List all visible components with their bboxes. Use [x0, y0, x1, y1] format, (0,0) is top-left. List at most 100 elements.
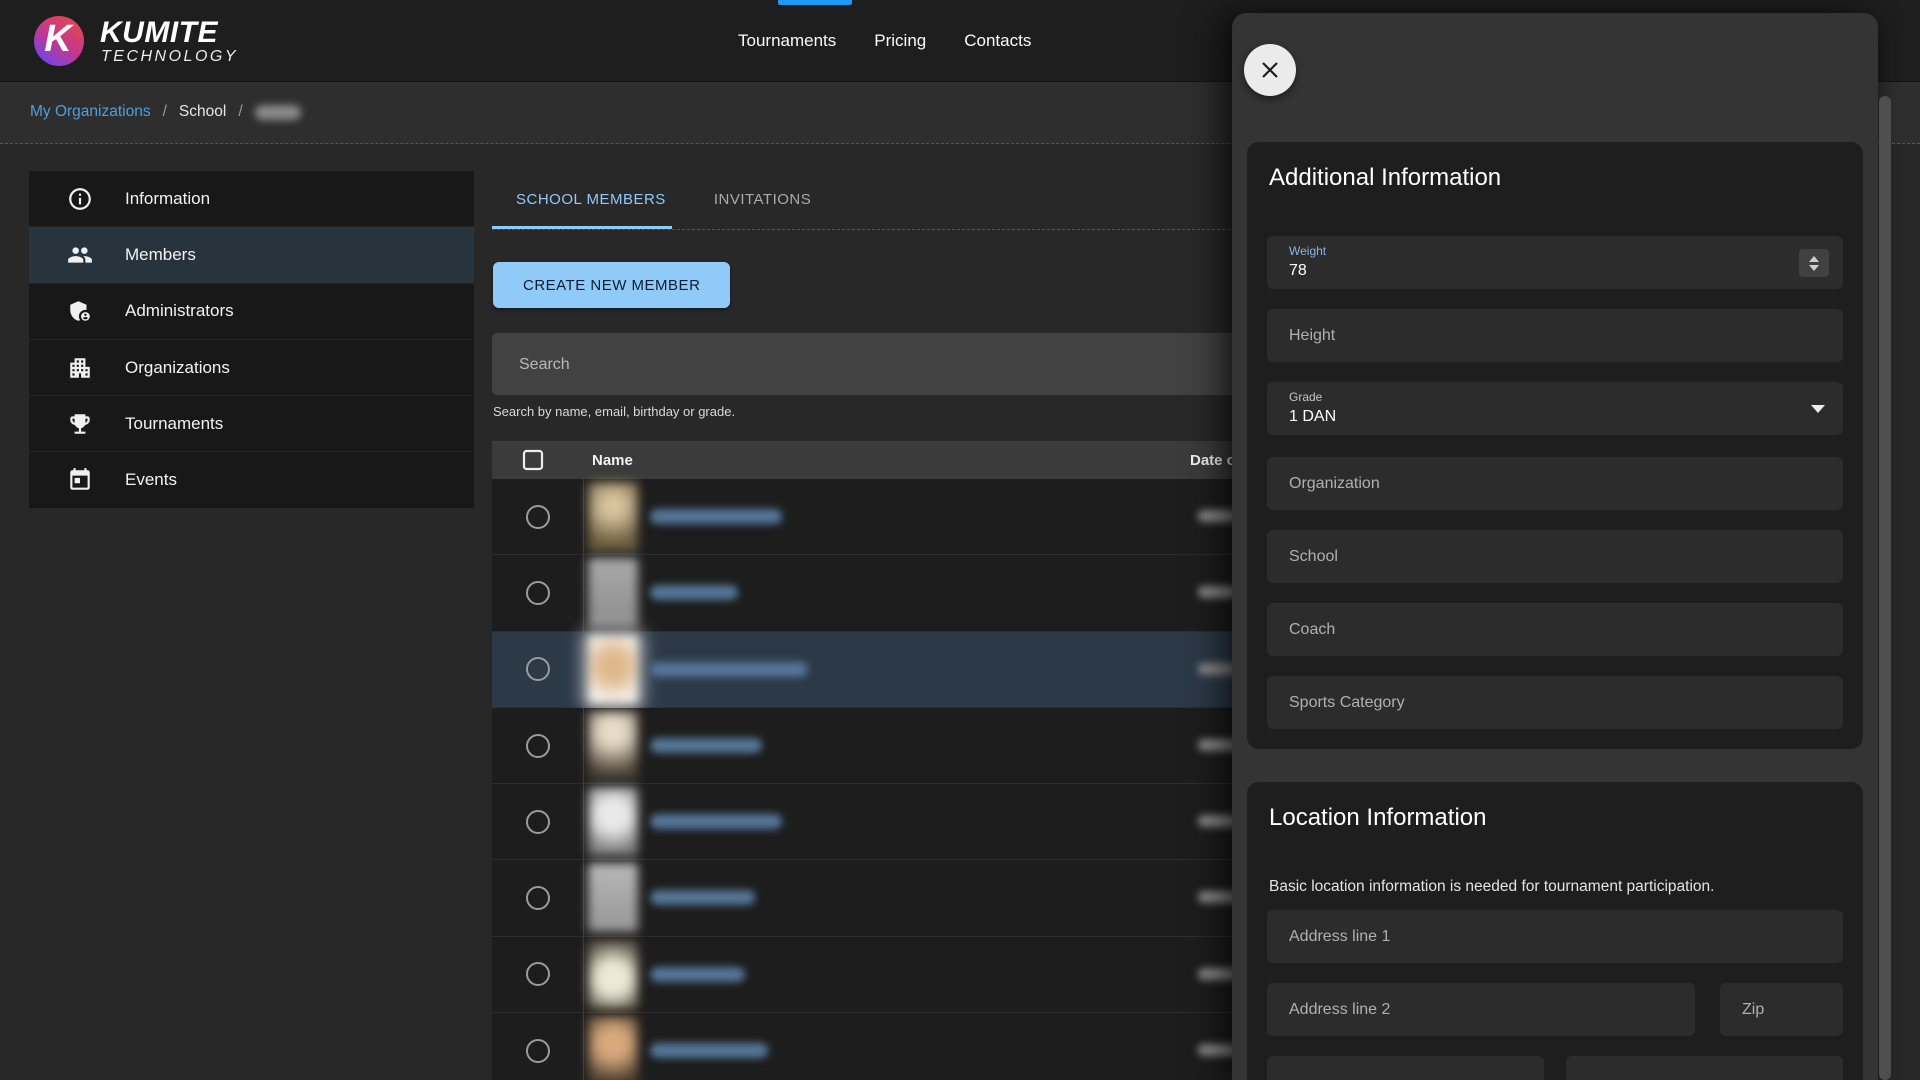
sidebar-item-label: Information — [125, 189, 210, 209]
member-name-redacted[interactable] — [650, 814, 782, 829]
row-radio-cell — [492, 937, 584, 1012]
member-avatar — [588, 1016, 638, 1080]
member-name-redacted[interactable] — [650, 1043, 768, 1058]
member-name-redacted[interactable] — [650, 509, 782, 524]
location-information-card: Location Information Basic location info… — [1247, 782, 1863, 1080]
nav-link-pricing[interactable]: Pricing — [874, 31, 926, 51]
logo-k-icon: K — [44, 18, 71, 61]
select-all-checkbox[interactable] — [522, 449, 544, 471]
field-height[interactable]: Height — [1267, 309, 1843, 362]
breadcrumb-item-my-organizations[interactable]: My Organizations — [30, 103, 151, 121]
member-avatar — [588, 787, 638, 856]
member-avatar — [588, 863, 638, 932]
sidebar-item-information[interactable]: Information — [29, 171, 474, 227]
drawer-close-button[interactable] — [1244, 44, 1296, 96]
row-radio-button[interactable] — [526, 1039, 550, 1063]
nav-link-tournaments[interactable]: Tournaments — [738, 31, 836, 51]
field-school[interactable]: School — [1267, 530, 1843, 583]
field-placeholder: Address line 2 — [1289, 983, 1390, 1036]
brand-subtitle: TECHNOLOGY — [101, 48, 238, 66]
number-spinner-icon[interactable] — [1799, 249, 1829, 277]
events-icon — [67, 467, 93, 493]
page-scrollbar[interactable] — [1879, 96, 1891, 1080]
field-placeholder: School — [1289, 530, 1338, 583]
breadcrumb: My Organizations/School/ — [30, 82, 301, 142]
member-name-redacted[interactable] — [650, 585, 738, 600]
organizations-icon — [67, 355, 93, 381]
members-icon — [67, 242, 93, 268]
breadcrumb-item-school: School — [179, 103, 226, 121]
field-sports-category[interactable]: Sports Category — [1267, 676, 1843, 729]
field-label: Weight — [1289, 244, 1326, 258]
member-avatar — [588, 635, 638, 704]
tournaments-icon — [67, 411, 93, 437]
nav-active-indicator — [778, 0, 852, 5]
field-hidden[interactable] — [1566, 1056, 1843, 1080]
field-coach[interactable]: Coach — [1267, 603, 1843, 656]
field-grade[interactable]: Grade 1 DAN — [1267, 382, 1843, 435]
member-avatar — [588, 482, 638, 551]
member-name-redacted[interactable] — [650, 738, 762, 753]
sidebar-item-label: Administrators — [125, 301, 234, 321]
field-placeholder: Coach — [1289, 603, 1335, 656]
member-avatar — [588, 940, 638, 1009]
sidebar-item-members[interactable]: Members — [29, 227, 474, 283]
field-label: Grade — [1289, 390, 1322, 404]
brand-name: KUMITE — [100, 16, 218, 50]
field-placeholder: Height — [1289, 309, 1335, 362]
sidebar-item-administrators[interactable]: Administrators — [29, 284, 474, 340]
sidebar-item-label: Organizations — [125, 358, 230, 378]
sidebar-item-organizations[interactable]: Organizations — [29, 340, 474, 396]
brand-logo[interactable]: K — [34, 16, 84, 66]
tab-school-members[interactable]: SCHOOL MEMBERS — [492, 170, 690, 228]
location-information-subtitle: Basic location information is needed for… — [1269, 878, 1714, 896]
row-radio-cell — [492, 555, 584, 630]
field-placeholder: Address line 1 — [1289, 910, 1390, 963]
breadcrumb-redacted-item — [255, 105, 301, 120]
sidebar-menu: Information Members Administrators Organiza… — [29, 171, 474, 508]
row-radio-button[interactable] — [526, 505, 550, 529]
field-zip[interactable]: Zip — [1720, 983, 1843, 1036]
dropdown-caret-icon[interactable] — [1811, 405, 1825, 413]
member-name-redacted[interactable] — [650, 662, 808, 677]
sidebar-item-label: Members — [125, 245, 196, 265]
member-name-redacted[interactable] — [650, 890, 755, 905]
search-hint: Search by name, email, birthday or grade… — [493, 404, 735, 419]
field-value: 1 DAN — [1289, 408, 1336, 426]
active-tab-underline — [492, 226, 672, 229]
member-name-redacted[interactable] — [650, 967, 745, 982]
breadcrumb-separator: / — [163, 103, 167, 121]
field-placeholder: Sports Category — [1289, 676, 1405, 729]
column-header-name: Name — [592, 452, 633, 469]
member-avatar — [588, 558, 638, 627]
sidebar-item-label: Events — [125, 470, 177, 490]
app-root: K KUMITE TECHNOLOGY Tournaments Pricing Co… — [0, 0, 1920, 1080]
additional-information-card: Additional Information Weight78 Height Gra… — [1247, 142, 1863, 749]
field-placeholder: Zip — [1742, 983, 1764, 1036]
row-radio-button[interactable] — [526, 581, 550, 605]
row-radio-button[interactable] — [526, 810, 550, 834]
nav-links: Tournaments Pricing Contacts — [738, 0, 1031, 81]
row-radio-button[interactable] — [526, 734, 550, 758]
sidebar-item-events[interactable]: Events — [29, 452, 474, 507]
field-address-line-1[interactable]: Address line 1 — [1267, 910, 1843, 963]
row-radio-cell — [492, 708, 584, 783]
location-information-title: Location Information — [1269, 804, 1486, 832]
row-radio-button[interactable] — [526, 657, 550, 681]
row-radio-button[interactable] — [526, 962, 550, 986]
row-radio-cell — [492, 479, 584, 554]
tab-invitations[interactable]: INVITATIONS — [690, 170, 835, 228]
field-hidden[interactable] — [1267, 1056, 1544, 1080]
field-organization[interactable]: Organization — [1267, 457, 1843, 510]
administrators-icon — [67, 298, 93, 324]
nav-link-contacts[interactable]: Contacts — [964, 31, 1031, 51]
sidebar-item-label: Tournaments — [125, 414, 223, 434]
additional-information-title: Additional Information — [1269, 164, 1501, 192]
field-placeholder: Organization — [1289, 457, 1380, 510]
create-new-member-button[interactable]: CREATE NEW MEMBER — [493, 262, 730, 308]
row-radio-cell — [492, 1013, 584, 1080]
field-weight[interactable]: Weight78 — [1267, 236, 1843, 289]
row-radio-button[interactable] — [526, 886, 550, 910]
field-address-line-2[interactable]: Address line 2 — [1267, 983, 1695, 1036]
sidebar-item-tournaments[interactable]: Tournaments — [29, 396, 474, 452]
